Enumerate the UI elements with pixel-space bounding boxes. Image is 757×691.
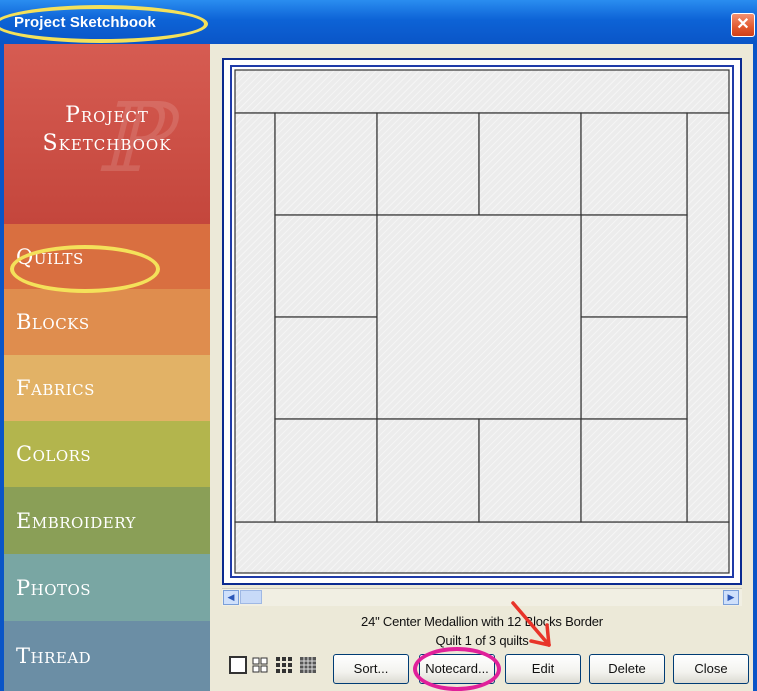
sidebar-item-label: Blocks <box>16 310 90 334</box>
quilt-layout-image <box>230 65 734 578</box>
horizontal-scrollbar[interactable]: ◀ ▶ <box>222 588 742 606</box>
quilt-count-caption: Quilt 1 of 3 quilts <box>435 633 529 648</box>
quilt-title-caption: 24" Center Medallion with 12 Blocks Bord… <box>361 614 603 629</box>
nine-view-icon[interactable] <box>275 656 293 674</box>
single-view-icon[interactable] <box>229 656 247 674</box>
sidebar-item-label: Embroidery <box>16 508 136 533</box>
sidebar-item-thread[interactable]: Thread <box>4 621 210 691</box>
scrollbar-thumb[interactable] <box>240 590 262 604</box>
sort-button[interactable]: Sort... <box>333 654 409 684</box>
sidebar: ℙ Project Sketchbook Quilts Blocks Fabri… <box>4 44 210 691</box>
sidebar-title-line1: Project <box>65 103 149 128</box>
four-view-icon[interactable] <box>251 656 269 674</box>
close-button[interactable]: Close <box>673 654 749 684</box>
sixteen-view-icon[interactable] <box>299 656 317 674</box>
delete-button[interactable]: Delete <box>589 654 665 684</box>
sidebar-item-colors[interactable]: Colors <box>4 421 210 487</box>
sidebar-item-fabrics[interactable]: Fabrics <box>4 355 210 421</box>
quilts-highlight-annotation <box>10 245 160 293</box>
sidebar-item-photos[interactable]: Photos <box>4 554 210 621</box>
sidebar-item-label: Photos <box>16 575 92 600</box>
scroll-right-icon[interactable]: ▶ <box>723 590 739 605</box>
sidebar-item-label: Colors <box>16 442 92 466</box>
quilt-preview[interactable] <box>222 58 742 585</box>
title-highlight-annotation <box>0 5 208 43</box>
sidebar-header-title: Project Sketchbook <box>4 102 210 158</box>
edit-arrow-annotation-icon <box>511 601 551 647</box>
window-frame-right <box>753 44 757 691</box>
sidebar-item-blocks[interactable]: Blocks <box>4 289 210 355</box>
sidebar-item-embroidery[interactable]: Embroidery <box>4 487 210 554</box>
sidebar-item-label: Fabrics <box>16 376 95 400</box>
sidebar-header: ℙ Project Sketchbook <box>4 44 210 224</box>
sidebar-item-label: Thread <box>16 644 92 668</box>
close-window-button[interactable]: ✕ <box>731 13 755 37</box>
sidebar-title-line2: Sketchbook <box>42 131 172 156</box>
scroll-left-icon[interactable]: ◀ <box>223 590 239 605</box>
notecard-highlight-annotation <box>413 647 501 691</box>
edit-button[interactable]: Edit <box>505 654 581 684</box>
quilt-blocks <box>234 69 730 574</box>
